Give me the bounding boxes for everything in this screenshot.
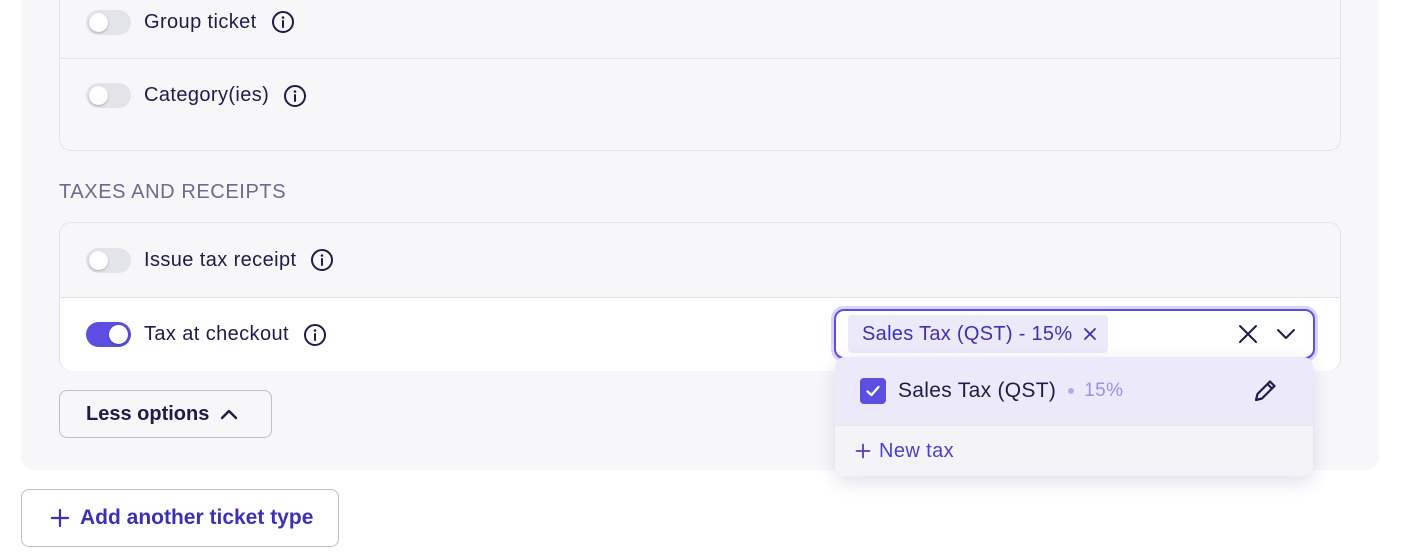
- tax-option-name: Sales Tax (QST): [898, 379, 1057, 402]
- chevron-down-icon[interactable]: [1275, 324, 1297, 344]
- options-card: Group ticket Category(ies): [59, 0, 1341, 151]
- group-ticket-row: Group ticket: [60, 0, 1340, 59]
- new-tax-button[interactable]: New tax: [835, 425, 1313, 476]
- new-tax-label: New tax: [879, 439, 955, 462]
- less-options-label: Less options: [86, 402, 210, 425]
- tax-dropdown-menu: Sales Tax (QST) 15% New tax: [835, 357, 1313, 476]
- issue-tax-receipt-toggle[interactable]: [86, 247, 131, 273]
- categories-row: Category(ies): [60, 58, 1340, 132]
- tax-at-checkout-label: Tax at checkout: [144, 323, 289, 345]
- clear-selection-icon[interactable]: [1237, 323, 1259, 345]
- info-icon[interactable]: [310, 248, 334, 272]
- taxes-card: Issue tax receipt Tax at checkout Sales …: [59, 222, 1341, 371]
- plus-icon: [50, 508, 70, 528]
- categories-label: Category(ies): [144, 84, 270, 106]
- info-icon[interactable]: [271, 10, 295, 34]
- separator-dot: [1068, 388, 1075, 394]
- section-title-taxes: TAXES AND RECEIPTS: [59, 181, 287, 203]
- less-options-button[interactable]: Less options: [59, 390, 272, 438]
- tax-select[interactable]: Sales Tax (QST) - 15%: [834, 309, 1315, 359]
- group-ticket-label: Group ticket: [144, 10, 257, 33]
- remove-chip-icon[interactable]: [1082, 326, 1098, 342]
- plus-icon: [855, 443, 871, 459]
- tax-at-checkout-toggle[interactable]: [86, 322, 131, 347]
- add-ticket-type-label: Add another ticket type: [80, 506, 314, 529]
- issue-tax-receipt-row: Issue tax receipt: [60, 223, 1340, 297]
- add-ticket-type-button[interactable]: Add another ticket type: [21, 489, 339, 547]
- chevron-up-icon: [219, 407, 239, 421]
- tax-option-checkbox[interactable]: [860, 378, 886, 404]
- tax-option-rate: 15%: [1084, 380, 1124, 401]
- group-ticket-toggle[interactable]: [86, 9, 131, 35]
- check-icon: [866, 385, 880, 397]
- categories-toggle[interactable]: [86, 83, 131, 108]
- info-icon[interactable]: [303, 323, 327, 347]
- tax-option[interactable]: Sales Tax (QST) 15%: [835, 357, 1313, 425]
- issue-tax-receipt-label: Issue tax receipt: [144, 248, 297, 271]
- pencil-icon[interactable]: [1251, 377, 1279, 405]
- selected-tax-chip-label: Sales Tax (QST) - 15%: [862, 322, 1073, 345]
- selected-tax-chip: Sales Tax (QST) - 15%: [848, 315, 1109, 353]
- info-icon[interactable]: [283, 84, 307, 108]
